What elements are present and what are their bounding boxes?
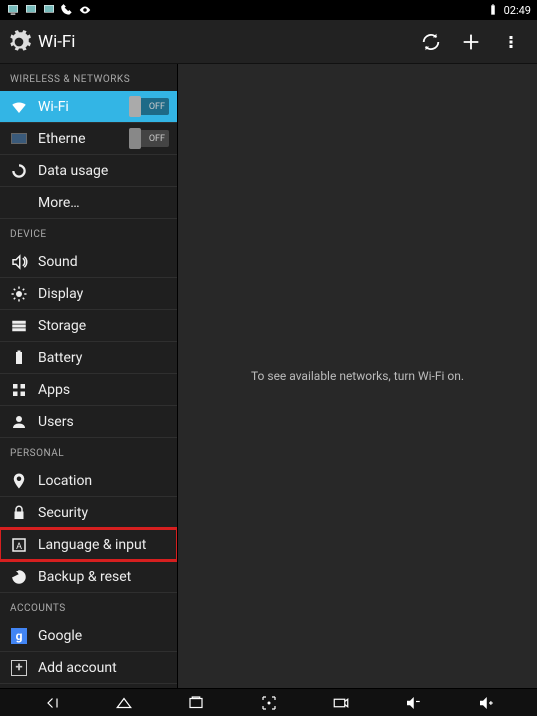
sidebar-item-label: Apps bbox=[38, 382, 169, 398]
status-left bbox=[6, 3, 92, 17]
display-icon bbox=[10, 285, 28, 303]
sidebar-item-display[interactable]: Display bbox=[0, 278, 177, 310]
status-time: 02:49 bbox=[504, 4, 531, 17]
google-icon: g bbox=[10, 627, 28, 645]
sidebar-item-language[interactable]: A Language & input bbox=[0, 529, 177, 561]
ethernet-icon bbox=[10, 130, 28, 148]
sidebar-item-label: Users bbox=[38, 414, 169, 430]
nav-screenshot-button[interactable] bbox=[248, 690, 290, 716]
nav-camera-button[interactable] bbox=[320, 690, 362, 716]
add-button[interactable] bbox=[451, 22, 491, 62]
sidebar-item-ethernet[interactable]: Etherne OFF bbox=[0, 123, 177, 155]
navigation-bar bbox=[0, 688, 537, 716]
sidebar-item-label: Display bbox=[38, 286, 169, 302]
sidebar[interactable]: WIRELESS & NETWORKS Wi-Fi OFF Etherne OF… bbox=[0, 64, 178, 688]
sidebar-item-sound[interactable]: Sound bbox=[0, 246, 177, 278]
wifi-icon bbox=[10, 98, 28, 116]
content-pane: To see available networks, turn Wi-Fi on… bbox=[178, 64, 537, 688]
nav-volume-up-button[interactable] bbox=[465, 690, 507, 716]
location-icon bbox=[10, 472, 28, 490]
battery-icon bbox=[486, 3, 500, 17]
notification-icon bbox=[24, 3, 38, 17]
backup-icon bbox=[10, 568, 28, 586]
users-icon bbox=[10, 413, 28, 431]
section-header-wireless: WIRELESS & NETWORKS bbox=[0, 64, 177, 91]
battery-icon bbox=[10, 349, 28, 367]
sidebar-item-label: Sound bbox=[38, 254, 169, 270]
sidebar-item-label: Security bbox=[38, 505, 169, 521]
sidebar-item-label: Etherne bbox=[38, 131, 129, 147]
sidebar-item-backup[interactable]: Backup & reset bbox=[0, 561, 177, 593]
nav-home-button[interactable] bbox=[103, 690, 145, 716]
add-account-icon: + bbox=[10, 659, 28, 677]
sidebar-item-label: More… bbox=[38, 195, 169, 211]
sidebar-item-security[interactable]: Security bbox=[0, 497, 177, 529]
notification-icon bbox=[6, 3, 20, 17]
ethernet-toggle[interactable]: OFF bbox=[129, 130, 169, 147]
section-header-device: DEVICE bbox=[0, 219, 177, 246]
language-icon: A bbox=[10, 536, 28, 554]
sidebar-item-label: Storage bbox=[38, 318, 169, 334]
notification-icon bbox=[42, 3, 56, 17]
sidebar-item-storage[interactable]: Storage bbox=[0, 310, 177, 342]
status-right: 02:49 bbox=[486, 3, 531, 17]
sidebar-item-add-account[interactable]: + Add account bbox=[0, 652, 177, 684]
refresh-button[interactable] bbox=[411, 22, 451, 62]
sidebar-item-label: Add account bbox=[38, 660, 169, 676]
section-header-accounts: ACCOUNTS bbox=[0, 593, 177, 620]
nav-back-button[interactable] bbox=[30, 690, 72, 716]
sidebar-item-label: Wi-Fi bbox=[38, 99, 129, 115]
sidebar-item-battery[interactable]: Battery bbox=[0, 342, 177, 374]
sidebar-item-label: Data usage bbox=[38, 163, 169, 179]
page-title: Wi-Fi bbox=[38, 32, 411, 52]
phone-icon bbox=[60, 3, 74, 17]
sidebar-item-google[interactable]: g Google bbox=[0, 620, 177, 652]
eye-icon bbox=[78, 3, 92, 17]
sidebar-item-users[interactable]: Users bbox=[0, 406, 177, 438]
sidebar-item-label: Google bbox=[38, 628, 169, 644]
sidebar-item-wifi[interactable]: Wi-Fi OFF bbox=[0, 91, 177, 123]
storage-icon bbox=[10, 317, 28, 335]
apps-icon bbox=[10, 381, 28, 399]
sidebar-item-label: Backup & reset bbox=[38, 569, 169, 585]
sidebar-item-more[interactable]: More… bbox=[0, 187, 177, 219]
nav-recent-button[interactable] bbox=[175, 690, 217, 716]
svg-text:A: A bbox=[16, 541, 22, 551]
main-area: WIRELESS & NETWORKS Wi-Fi OFF Etherne OF… bbox=[0, 64, 537, 688]
action-bar: Wi-Fi bbox=[0, 20, 537, 64]
sidebar-item-data-usage[interactable]: Data usage bbox=[0, 155, 177, 187]
sound-icon bbox=[10, 253, 28, 271]
sidebar-item-location[interactable]: Location bbox=[0, 465, 177, 497]
nav-volume-down-button[interactable] bbox=[392, 690, 434, 716]
settings-icon[interactable] bbox=[6, 29, 32, 55]
sidebar-item-label: Location bbox=[38, 473, 169, 489]
overflow-menu-button[interactable] bbox=[491, 22, 531, 62]
sidebar-item-label: Language & input bbox=[38, 537, 169, 553]
empty-message: To see available networks, turn Wi-Fi on… bbox=[251, 369, 464, 383]
lock-icon bbox=[10, 504, 28, 522]
status-bar: 02:49 bbox=[0, 0, 537, 20]
wifi-toggle[interactable]: OFF bbox=[129, 98, 169, 115]
screen: 02:49 Wi-Fi WIRELESS & NETWORKS Wi-Fi OF… bbox=[0, 0, 537, 716]
data-usage-icon bbox=[10, 162, 28, 180]
sidebar-item-apps[interactable]: Apps bbox=[0, 374, 177, 406]
section-header-personal: PERSONAL bbox=[0, 438, 177, 465]
sidebar-item-label: Battery bbox=[38, 350, 169, 366]
